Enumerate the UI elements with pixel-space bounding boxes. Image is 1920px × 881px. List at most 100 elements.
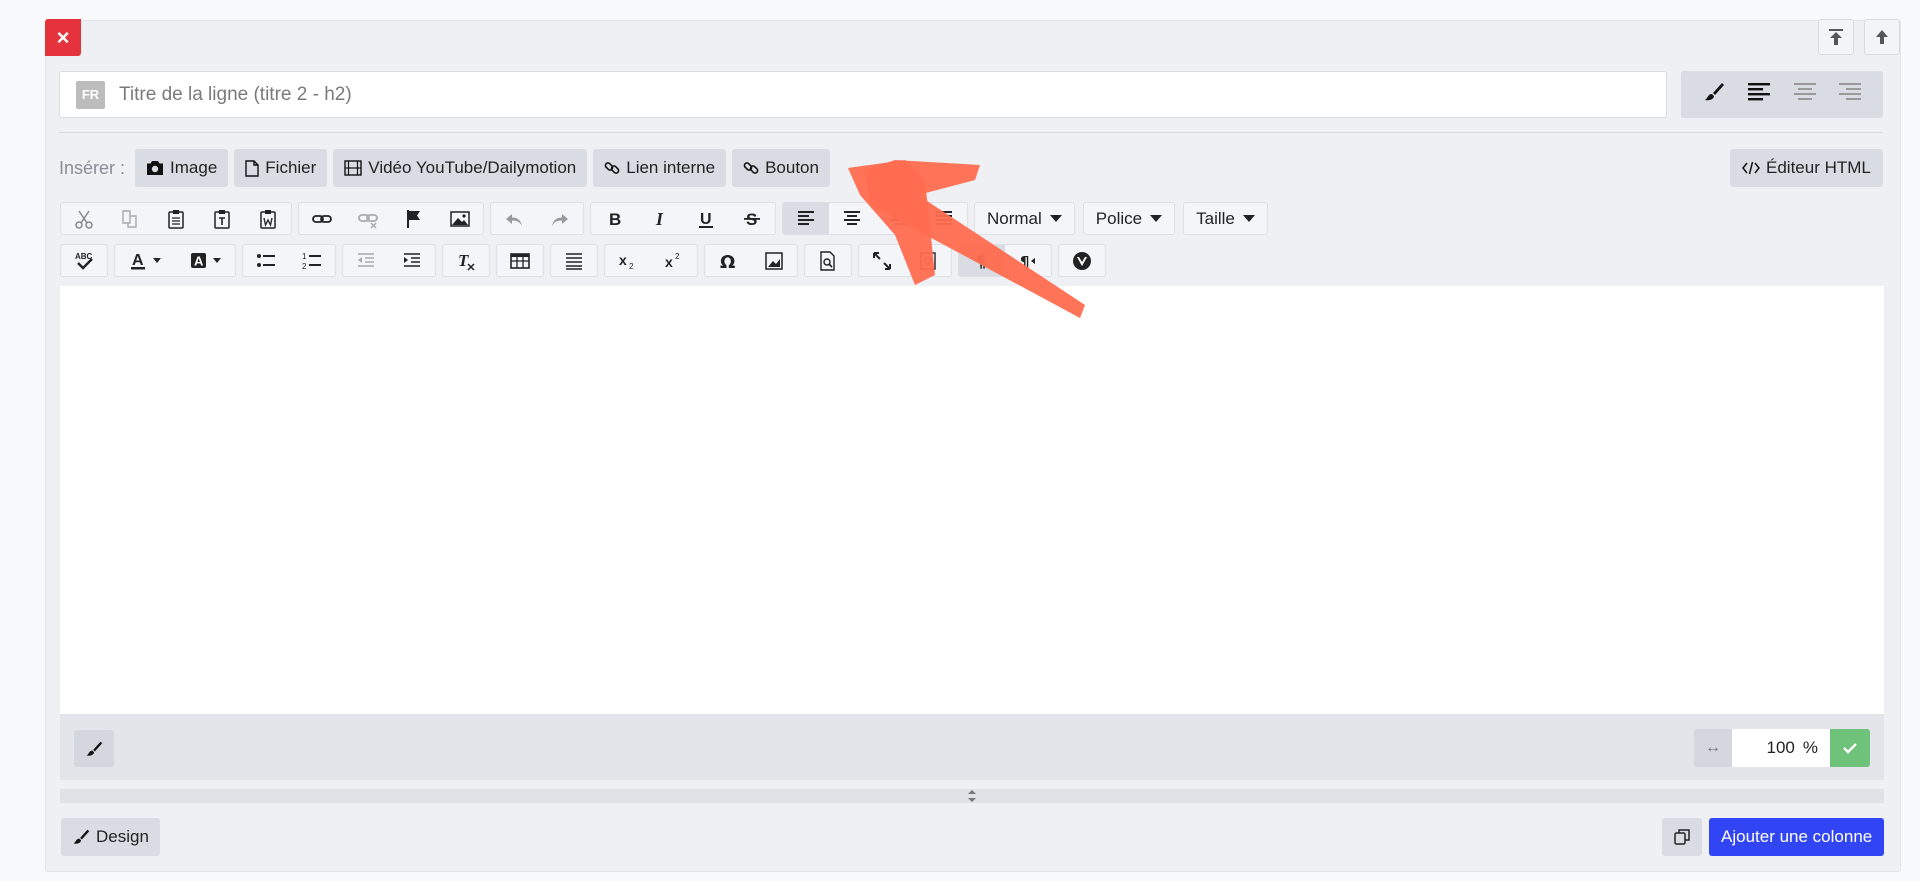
rich-text-editor[interactable]: [60, 286, 1884, 714]
move-up-button[interactable]: [1864, 19, 1900, 55]
insert-image-button[interactable]: Image: [135, 149, 229, 187]
align-right-button[interactable]: [875, 203, 921, 234]
duplicate-button[interactable]: [1662, 818, 1702, 856]
svg-text:x: x: [665, 254, 673, 270]
svg-text:2: 2: [629, 262, 634, 271]
horizontal-rule-icon: [566, 252, 582, 270]
insert-button-button[interactable]: Bouton: [732, 149, 830, 187]
chevron-down-icon: [153, 258, 161, 263]
clipboard-icon: [168, 209, 184, 229]
svg-text:A: A: [132, 252, 144, 269]
resize-handle[interactable]: [60, 789, 1884, 803]
show-blocks-button[interactable]: [905, 245, 951, 276]
align-justify-button[interactable]: [921, 203, 967, 234]
subscript-button[interactable]: x2: [605, 245, 651, 276]
ltr-button[interactable]: ¶: [959, 245, 1005, 276]
size-select[interactable]: Taille: [1183, 202, 1268, 235]
paste-word-button[interactable]: [245, 203, 291, 234]
column-width-input[interactable]: 100%: [1732, 729, 1830, 767]
strikethrough-icon: S: [744, 210, 760, 229]
title-align-right-button[interactable]: [1839, 83, 1862, 106]
close-button[interactable]: ×: [45, 19, 81, 56]
indent-button[interactable]: [389, 245, 435, 276]
arrow-to-top-icon: [1829, 29, 1843, 45]
editor-toolbar-row-2: ABC A A 12 T x2 x2 Ω ¶ ¶: [60, 244, 1112, 277]
width-arrows-icon: ↔: [1694, 729, 1732, 767]
align-left-button[interactable]: [783, 203, 829, 234]
align-center-button[interactable]: [829, 203, 875, 234]
remove-format-button[interactable]: T: [443, 245, 489, 276]
title-align-left-button[interactable]: [1748, 83, 1771, 106]
maximize-button[interactable]: [859, 245, 905, 276]
rtl-button[interactable]: ¶: [1005, 245, 1051, 276]
outdent-button[interactable]: [343, 245, 389, 276]
text-color-button[interactable]: A: [115, 245, 175, 276]
title-design-button[interactable]: [1703, 81, 1725, 108]
insert-file-button[interactable]: Fichier: [234, 149, 328, 187]
special-char-button[interactable]: Ω: [705, 245, 751, 276]
undo-button[interactable]: [491, 203, 537, 234]
svg-text:I: I: [655, 209, 664, 229]
link-icon: [604, 162, 620, 174]
strikethrough-button[interactable]: S: [729, 203, 775, 234]
row-design-button[interactable]: Design: [61, 818, 160, 856]
clear-format-group: T: [442, 244, 490, 277]
clear-format-icon: T: [458, 251, 475, 271]
maximize-icon: [873, 251, 891, 270]
paste-text-button[interactable]: [199, 203, 245, 234]
move-to-top-button[interactable]: [1818, 19, 1854, 55]
hr-group: [550, 244, 598, 277]
extra-group: [1058, 244, 1106, 277]
insert-internal-link-button[interactable]: Lien interne: [593, 149, 727, 187]
scissors-icon: [75, 210, 93, 229]
svg-text:T: T: [458, 251, 469, 270]
column-width-unit: %: [1802, 738, 1818, 757]
add-column-button[interactable]: Ajouter une colonne: [1709, 818, 1885, 856]
superscript-button[interactable]: x2: [651, 245, 697, 276]
numbered-list-icon: 12: [302, 252, 321, 271]
insert-file-label: Fichier: [265, 158, 317, 177]
bidi-group: ¶ ¶: [958, 244, 1052, 277]
row-title-input[interactable]: [119, 83, 1519, 106]
pilcrow-icon: ¶: [976, 252, 986, 271]
font-select[interactable]: Police: [1082, 202, 1176, 235]
html-editor-button[interactable]: Éditeur HTML: [1730, 149, 1883, 187]
cut-button[interactable]: [61, 203, 107, 234]
bold-button[interactable]: B: [591, 203, 637, 234]
insert-video-button[interactable]: Vidéo YouTube/Dailymotion: [333, 149, 588, 187]
iframe-button[interactable]: [751, 245, 797, 276]
align-center-icon: [1793, 83, 1816, 100]
image-button[interactable]: [437, 203, 483, 234]
svg-text:2: 2: [675, 252, 680, 261]
preview-button[interactable]: [805, 245, 851, 276]
indent-icon: [404, 252, 420, 267]
background-color-button[interactable]: A: [175, 245, 235, 276]
text-color-icon: A: [131, 252, 145, 269]
bulleted-list-button[interactable]: [243, 245, 289, 276]
language-badge: FR: [76, 80, 105, 109]
horizontal-rule-button[interactable]: [551, 245, 597, 276]
paste-button[interactable]: [153, 203, 199, 234]
preview-icon: [820, 250, 835, 271]
anchor-button[interactable]: [391, 203, 437, 234]
plugin-button[interactable]: [1059, 245, 1105, 276]
html-editor-label: Éditeur HTML: [1766, 158, 1871, 177]
underline-button[interactable]: U: [683, 203, 729, 234]
redo-button[interactable]: [537, 203, 583, 234]
link-button[interactable]: [299, 203, 345, 234]
column-design-button[interactable]: [74, 730, 114, 767]
unlink-button[interactable]: [345, 203, 391, 234]
table-button[interactable]: [497, 245, 543, 276]
format-select[interactable]: Normal: [974, 202, 1075, 235]
svg-text:B: B: [609, 210, 621, 229]
confirm-width-button[interactable]: [1830, 729, 1870, 767]
spellcheck-button[interactable]: ABC: [61, 245, 107, 276]
numbered-list-button[interactable]: 12: [289, 245, 335, 276]
bold-icon: B: [609, 210, 621, 229]
italic-button[interactable]: I: [637, 203, 683, 234]
brush-icon: [1704, 83, 1724, 101]
clipboard-text-icon: [214, 209, 230, 229]
chain-link-icon: [312, 214, 332, 223]
title-align-center-button[interactable]: [1793, 83, 1816, 106]
copy-button[interactable]: [107, 203, 153, 234]
